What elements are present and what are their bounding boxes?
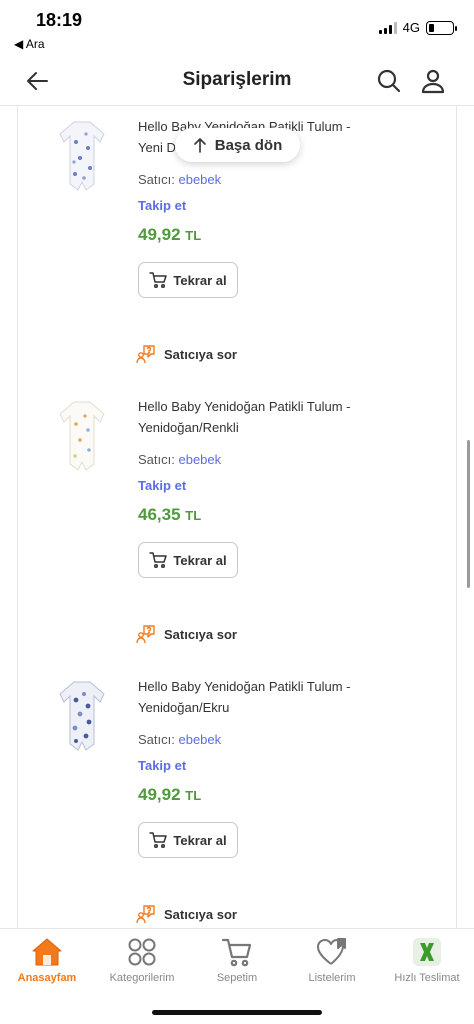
nav-item-categories[interactable]: Kategorilerim: [95, 935, 189, 984]
ask-seller-link[interactable]: Satıcıya sor: [136, 344, 237, 364]
cart-icon: [149, 832, 168, 848]
seller-link[interactable]: ebebek: [178, 172, 221, 187]
nav-label: Kategorilerim: [109, 972, 175, 984]
nav-label: Anasayfam: [17, 972, 77, 984]
follow-seller-link[interactable]: Takip et: [138, 758, 186, 773]
status-time: 18:19: [36, 10, 83, 30]
back-to-top-button[interactable]: Başa dön: [175, 128, 300, 162]
scrollbar[interactable]: [467, 440, 470, 588]
ask-seller-label: Satıcıya sor: [164, 346, 237, 362]
price-currency: TL: [185, 228, 202, 243]
ask-seller-label: Satıcıya sor: [164, 906, 237, 922]
back-to-top-label: Başa dön: [214, 136, 283, 154]
nav-label: Listelerim: [308, 972, 356, 984]
product-name[interactable]: Hello Baby Yenidoğan Patikli Tulum - Yen…: [138, 676, 378, 718]
reorder-button[interactable]: Tekrar al: [138, 542, 238, 578]
ask-seller-icon: [136, 625, 155, 644]
nav-label: Sepetim: [216, 972, 258, 984]
price-value: 49,92: [138, 225, 181, 244]
seller-info: Satıcı: ebebek: [138, 452, 221, 467]
product-price: 49,92 TL: [138, 785, 201, 805]
list-item: Hello Baby Yenidoğan Patikli Tulum - Yen…: [18, 676, 456, 928]
seller-link[interactable]: ebebek: [178, 732, 221, 747]
battery-icon: [426, 20, 457, 35]
fast-delivery-icon: [413, 938, 441, 966]
home-indicator: [152, 1010, 322, 1015]
price-currency: TL: [185, 508, 202, 523]
seller-link[interactable]: ebebek: [178, 452, 221, 467]
list-item: Hello Baby Yenidoğan Patikli Tulum - Yen…: [18, 396, 456, 676]
price-currency: TL: [185, 788, 202, 803]
follow-seller-link[interactable]: Takip et: [138, 478, 186, 493]
seller-label: Satıcı:: [138, 732, 175, 747]
product-price: 46,35 TL: [138, 505, 201, 525]
page-title: Siparişlerim: [182, 69, 292, 90]
ask-seller-label: Satıcıya sor: [164, 626, 237, 642]
product-image[interactable]: [56, 398, 108, 474]
ask-seller-link[interactable]: Satıcıya sor: [136, 624, 237, 644]
ask-seller-link[interactable]: Satıcıya sor: [136, 904, 237, 924]
price-value: 49,92: [138, 785, 181, 804]
status-bar: 18:19 ◀ Ara 4G: [0, 0, 474, 56]
user-icon[interactable]: [420, 68, 446, 94]
reorder-button[interactable]: Tekrar al: [138, 262, 238, 298]
price-value: 46,35: [138, 505, 181, 524]
nav-item-home[interactable]: Anasayfam: [0, 935, 94, 984]
categories-icon: [128, 938, 156, 966]
follow-seller-link[interactable]: Takip et: [138, 198, 186, 213]
seller-label: Satıcı:: [138, 172, 175, 187]
order-items-list: Hello Baby Yenidoğan Patikli Tulum - Yen…: [17, 106, 457, 928]
seller-label: Satıcı:: [138, 452, 175, 467]
nav-item-cart[interactable]: Sepetim: [190, 935, 284, 984]
heart-list-icon: [317, 938, 346, 965]
home-icon: [32, 938, 62, 966]
product-image[interactable]: [56, 118, 108, 194]
product-name[interactable]: Hello Baby Yenidoğan Patikli Tulum - Yen…: [138, 396, 378, 438]
reorder-button[interactable]: Tekrar al: [138, 822, 238, 858]
nav-item-lists[interactable]: Listelerim: [285, 935, 379, 984]
network-label: 4G: [402, 20, 420, 35]
product-image[interactable]: [56, 678, 108, 754]
search-icon[interactable]: [376, 68, 402, 94]
nav-label: Hızlı Teslimat: [394, 972, 460, 984]
status-indicators: 4G: [378, 20, 457, 35]
cart-icon: [221, 938, 252, 967]
reorder-label: Tekrar al: [173, 832, 227, 848]
cart-icon: [149, 272, 168, 288]
ask-seller-icon: [136, 345, 155, 364]
nav-item-fast-delivery[interactable]: Hızlı Teslimat: [380, 935, 474, 984]
ask-seller-icon: [136, 905, 155, 924]
seller-info: Satıcı: ebebek: [138, 732, 221, 747]
signal-icon: [378, 21, 397, 34]
cart-icon: [149, 552, 168, 568]
app-header: Siparişlerim: [0, 56, 474, 106]
arrow-up-icon: [193, 138, 206, 153]
product-price: 49,92 TL: [138, 225, 201, 245]
reorder-label: Tekrar al: [173, 552, 227, 568]
seller-info: Satıcı: ebebek: [138, 172, 221, 187]
back-to-app-link[interactable]: ◀ Ara: [14, 37, 45, 51]
reorder-label: Tekrar al: [173, 272, 227, 288]
